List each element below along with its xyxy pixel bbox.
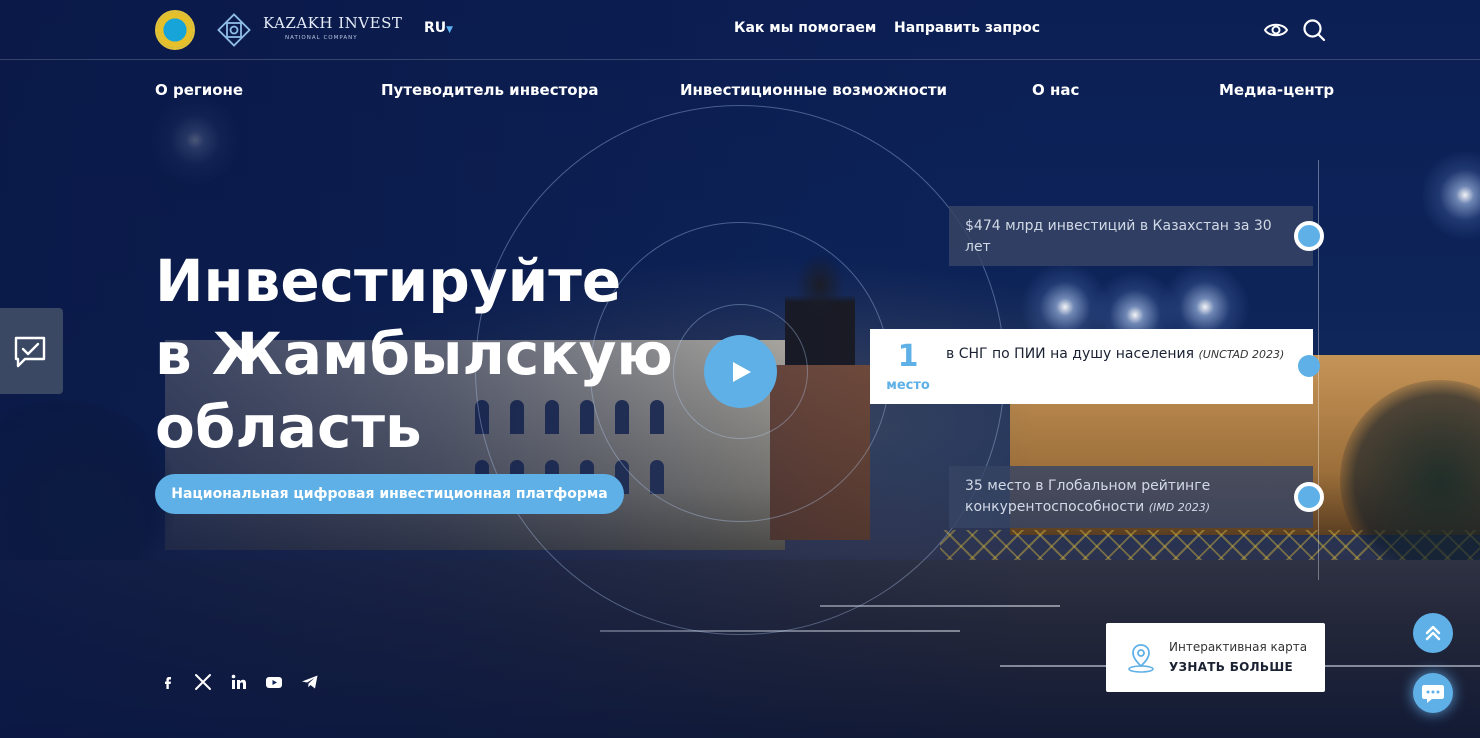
play-icon [733,362,751,382]
hero-title: Инвестируйте в Жамбылскую область [155,247,673,461]
feedback-side-tab[interactable] [0,308,63,394]
nav-item-region[interactable]: О регионе [155,81,243,99]
timeline-dot[interactable] [1294,221,1324,251]
chat-button[interactable] [1413,673,1453,713]
kazakh-invest-logo-icon[interactable] [214,10,254,50]
interactive-map-card[interactable]: Интерактивная карта УЗНАТЬ БОЛЬШЕ [1106,623,1325,692]
nav-item-investment-opportunities[interactable]: Инвестиционные возможности [680,81,947,99]
chat-check-icon [14,336,46,368]
nav-item-about[interactable]: О нас [1032,81,1079,99]
nav-item-investor-guide[interactable]: Путеводитель инвестора [381,81,598,99]
stat-card-cis-rank[interactable]: 1 место в СНГ по ПИИ на душу населения (… [870,329,1313,404]
accessibility-eye-icon[interactable] [1263,17,1289,43]
double-chevron-up-icon [1425,625,1441,641]
language-label: RU [424,20,447,36]
stat-card-source: (UNCTAD 2023) [1198,348,1285,361]
map-card-action[interactable]: УЗНАТЬ БОЛЬШЕ [1169,660,1293,674]
how-we-help-link[interactable]: Как мы помогаем [734,20,876,36]
stat-rank-number: 1 [897,339,919,374]
logo-text[interactable]: KAZAKH INVEST [263,14,402,32]
timeline-dot[interactable] [1294,482,1324,512]
region-emblem-icon[interactable] [155,10,195,50]
logo-subtitle: NATIONAL COMPANY [285,35,358,41]
play-video-button[interactable] [704,335,777,408]
digital-platform-button[interactable]: Национальная цифровая инвестиционная пла… [155,474,624,514]
stat-card-source: (IMD 2023) [1148,501,1211,514]
language-selector[interactable]: RU▼ [424,20,453,36]
nav-item-media-center[interactable]: Медиа-центр [1219,81,1334,99]
linkedin-icon[interactable] [229,672,249,692]
map-card-label: Интерактивная карта [1169,640,1308,654]
map-pin-icon [1128,644,1154,673]
stat-rank-unit: место [886,378,930,393]
caret-down-icon: ▼ [446,25,454,35]
x-icon[interactable] [193,672,213,692]
stat-card-investments[interactable]: $474 млрд инвестиций в Казахстан за 30 л… [949,206,1313,266]
stat-card-text: в СНГ по ПИИ на душу населения (UNCTAD 2… [946,343,1296,366]
search-icon[interactable] [1301,17,1327,43]
youtube-icon[interactable] [264,672,284,692]
send-request-link[interactable]: Направить запрос [894,20,1040,36]
stat-card-text: $474 млрд инвестиций в Казахстан за 30 л… [965,218,1272,255]
telegram-icon[interactable] [300,672,320,692]
top-bar: KAZAKH INVEST NATIONAL COMPANY RU▼ Как м… [0,0,1480,60]
stat-card-competitiveness[interactable]: 35 место в Глобальном рейтинге конкурент… [949,466,1313,528]
timeline-dot-active[interactable] [1298,355,1320,377]
scroll-to-top-button[interactable] [1413,613,1453,653]
chat-bubble-icon [1422,685,1444,703]
facebook-icon[interactable] [158,672,178,692]
stat-card-description: в СНГ по ПИИ на душу населения [946,346,1195,362]
